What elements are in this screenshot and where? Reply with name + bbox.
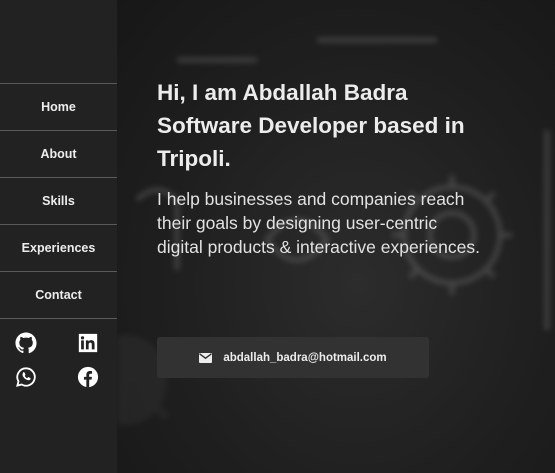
- sidebar: Home About Skills Experiences Contact: [0, 0, 117, 473]
- nav-item-experiences[interactable]: Experiences: [0, 225, 117, 272]
- nav-item-contact[interactable]: Contact: [0, 272, 117, 319]
- facebook-icon[interactable]: [76, 365, 100, 389]
- whatsapp-icon[interactable]: [14, 365, 38, 389]
- nav-item-about[interactable]: About: [0, 131, 117, 178]
- page: Home About Skills Experiences Contact Hi…: [0, 0, 555, 473]
- hero-headline: Hi, I am Abdallah Badra Software Develop…: [157, 76, 547, 175]
- email-address: abdallah_badra@hotmail.com: [223, 351, 387, 364]
- headline-line: Software Developer based in: [157, 113, 465, 138]
- hero-section: Hi, I am Abdallah Badra Software Develop…: [117, 0, 555, 473]
- github-icon[interactable]: [14, 331, 38, 355]
- nav-item-home[interactable]: Home: [0, 84, 117, 131]
- social-links: [14, 331, 104, 389]
- tagline-line: their goals by designing user-centric: [157, 213, 438, 233]
- tagline-line: digital products & interactive experienc…: [157, 237, 480, 257]
- nav-item-skills[interactable]: Skills: [0, 178, 117, 225]
- headline-line: Hi, I am Abdallah Badra: [157, 80, 408, 105]
- hero-content: Hi, I am Abdallah Badra Software Develop…: [157, 76, 547, 259]
- email-button[interactable]: abdallah_badra@hotmail.com: [157, 337, 429, 378]
- hero-tagline: I help businesses and companies reach th…: [157, 187, 547, 259]
- linkedin-icon[interactable]: [76, 331, 100, 355]
- envelope-icon: [199, 352, 213, 363]
- headline-line: Tripoli.: [157, 146, 231, 171]
- tagline-line: I help businesses and companies reach: [157, 189, 465, 209]
- sidebar-nav: Home About Skills Experiences Contact: [0, 83, 117, 319]
